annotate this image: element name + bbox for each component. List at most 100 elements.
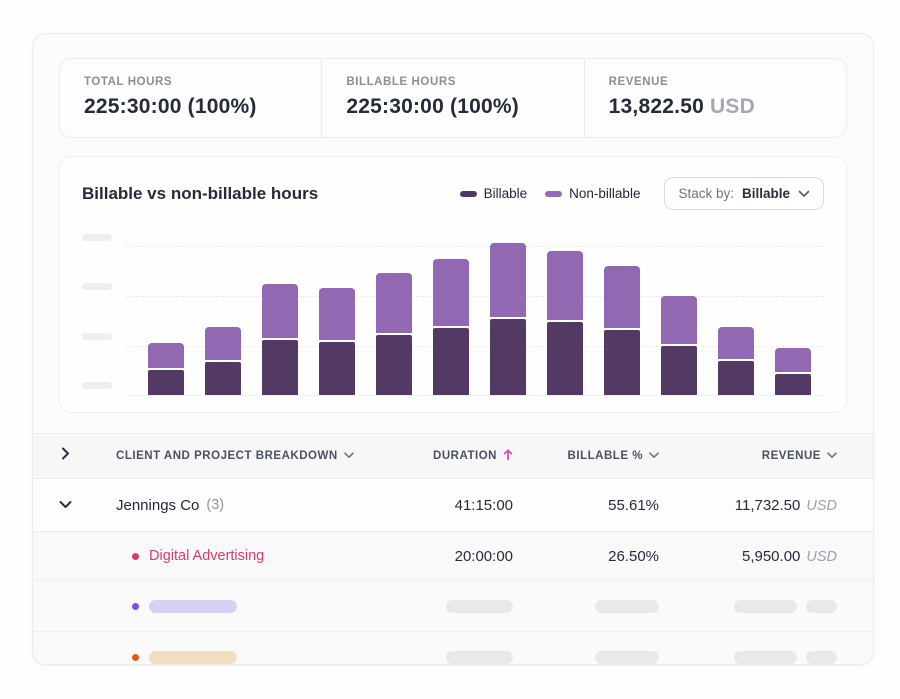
bar-1[interactable]	[148, 343, 184, 395]
bar-10[interactable]	[661, 296, 697, 395]
duration-skeleton	[446, 600, 513, 613]
bar-segment-non-billable[interactable]	[205, 327, 241, 360]
client-name: Jennings Co	[116, 497, 199, 514]
name-skeleton	[149, 651, 237, 664]
billable-pct-value: 26.50%	[513, 548, 659, 565]
billable-pct-value: 55.61%	[513, 497, 659, 514]
bar-segment-billable[interactable]	[490, 319, 526, 395]
stacked-bar-chart	[82, 224, 824, 396]
revenue-skeleton	[734, 651, 797, 664]
bar-segment-non-billable[interactable]	[661, 296, 697, 344]
y-axis-tick-skeleton	[82, 382, 112, 389]
bar-segment-non-billable[interactable]	[262, 284, 298, 338]
bar-segment-non-billable[interactable]	[547, 251, 583, 320]
stack-by-dropdown[interactable]: Stack by: Billable	[664, 177, 824, 210]
expand-all-button[interactable]	[33, 447, 97, 465]
currency-skeleton	[806, 600, 837, 613]
header-billable-pct[interactable]: BILLABLE %	[513, 450, 659, 462]
breakdown-table: CLIENT AND PROJECT BREAKDOWN DURATION BI…	[33, 433, 873, 665]
bar-segment-non-billable[interactable]	[718, 327, 754, 359]
legend-item-billable[interactable]: Billable	[460, 186, 528, 201]
legend-label: Billable	[484, 186, 528, 201]
legend-label: Non-billable	[569, 186, 640, 201]
bar-segment-non-billable[interactable]	[319, 288, 355, 340]
summary-stats: TOTAL HOURS 225:30:00 (100%) BILLABLE HO…	[59, 58, 847, 138]
bar-5[interactable]	[376, 273, 412, 395]
table-row-client[interactable]: Jennings Co (3) 41:15:00 55.61% 11,732.5…	[33, 479, 873, 532]
non-billable-swatch-icon	[545, 191, 562, 197]
table-row-loading	[33, 632, 873, 665]
bar-segment-billable[interactable]	[205, 362, 241, 395]
bar-7[interactable]	[490, 243, 526, 395]
bar-segment-non-billable[interactable]	[775, 348, 811, 372]
header-duration[interactable]: DURATION	[373, 448, 513, 464]
legend-item-non-billable[interactable]: Non-billable	[545, 186, 640, 201]
stat-label: REVENUE	[609, 76, 822, 88]
chevron-down-icon	[827, 450, 837, 462]
bar-8[interactable]	[547, 251, 583, 395]
bar-12[interactable]	[775, 348, 811, 395]
bar-3[interactable]	[262, 284, 298, 395]
project-name[interactable]: Digital Advertising	[149, 548, 264, 564]
table-row-project[interactable]: Digital Advertising 20:00:00 26.50% 5,95…	[33, 532, 873, 581]
revenue-value: 11,732.50 USD	[659, 497, 837, 514]
table-header-row: CLIENT AND PROJECT BREAKDOWN DURATION BI…	[33, 433, 873, 479]
duration-value: 20:00:00	[373, 548, 513, 565]
bar-segment-billable[interactable]	[718, 361, 754, 395]
stat-revenue: REVENUE 13,822.50USD	[584, 59, 846, 137]
bar-11[interactable]	[718, 327, 754, 395]
stat-total-hours: TOTAL HOURS 225:30:00 (100%)	[60, 59, 321, 137]
stat-label: TOTAL HOURS	[84, 76, 297, 88]
name-skeleton	[149, 600, 237, 613]
bar-segment-billable[interactable]	[376, 335, 412, 395]
y-axis-tick-skeleton	[82, 283, 112, 290]
bar-2[interactable]	[205, 327, 241, 395]
stat-value: 225:30:00 (100%)	[346, 95, 559, 119]
bar-4[interactable]	[319, 288, 355, 395]
chart-title: Billable vs non-billable hours	[82, 184, 318, 204]
header-revenue[interactable]: REVENUE	[659, 450, 837, 462]
bar-segment-billable[interactable]	[661, 346, 697, 395]
bars	[148, 243, 811, 395]
bar-segment-non-billable[interactable]	[376, 273, 412, 333]
billable-skeleton	[595, 651, 659, 664]
project-color-dot-icon	[132, 603, 139, 610]
bar-6[interactable]	[433, 259, 469, 395]
bar-segment-billable[interactable]	[604, 330, 640, 395]
bar-segment-billable[interactable]	[319, 342, 355, 395]
stack-by-prefix: Stack by:	[678, 186, 734, 201]
bar-segment-non-billable[interactable]	[433, 259, 469, 326]
duration-value: 41:15:00	[373, 497, 513, 514]
revenue-value: 5,950.00 USD	[659, 548, 837, 565]
project-count: (3)	[206, 497, 224, 513]
currency-label: USD	[710, 95, 755, 118]
bar-segment-non-billable[interactable]	[490, 243, 526, 317]
stat-value: 13,822.50USD	[609, 95, 822, 119]
bar-segment-non-billable[interactable]	[604, 266, 640, 328]
stat-label: BILLABLE HOURS	[346, 76, 559, 88]
chevron-right-icon	[61, 447, 70, 465]
collapse-row-button[interactable]	[33, 496, 97, 514]
billable-chart-card: Billable vs non-billable hours Billable …	[59, 156, 847, 413]
bar-segment-billable[interactable]	[433, 328, 469, 395]
table-row-loading	[33, 581, 873, 632]
currency-skeleton	[806, 651, 837, 664]
chevron-down-icon	[59, 496, 72, 514]
chart-legend: Billable Non-billable	[460, 186, 641, 201]
bar-segment-billable[interactable]	[262, 340, 298, 395]
duration-skeleton	[446, 651, 513, 664]
bar-segment-billable[interactable]	[547, 322, 583, 395]
report-panel: TOTAL HOURS 225:30:00 (100%) BILLABLE HO…	[32, 33, 874, 665]
stack-by-value: Billable	[742, 186, 790, 201]
header-client-project[interactable]: CLIENT AND PROJECT BREAKDOWN	[97, 450, 373, 462]
project-color-dot-icon	[132, 553, 139, 560]
stat-billable-hours: BILLABLE HOURS 225:30:00 (100%)	[321, 59, 583, 137]
x-axis-line	[126, 395, 824, 396]
bar-segment-billable[interactable]	[148, 370, 184, 395]
chevron-down-icon	[798, 186, 810, 201]
bar-segment-billable[interactable]	[775, 374, 811, 395]
billable-swatch-icon	[460, 191, 477, 197]
bar-9[interactable]	[604, 266, 640, 395]
bar-segment-non-billable[interactable]	[148, 343, 184, 368]
stat-value: 225:30:00 (100%)	[84, 95, 297, 119]
